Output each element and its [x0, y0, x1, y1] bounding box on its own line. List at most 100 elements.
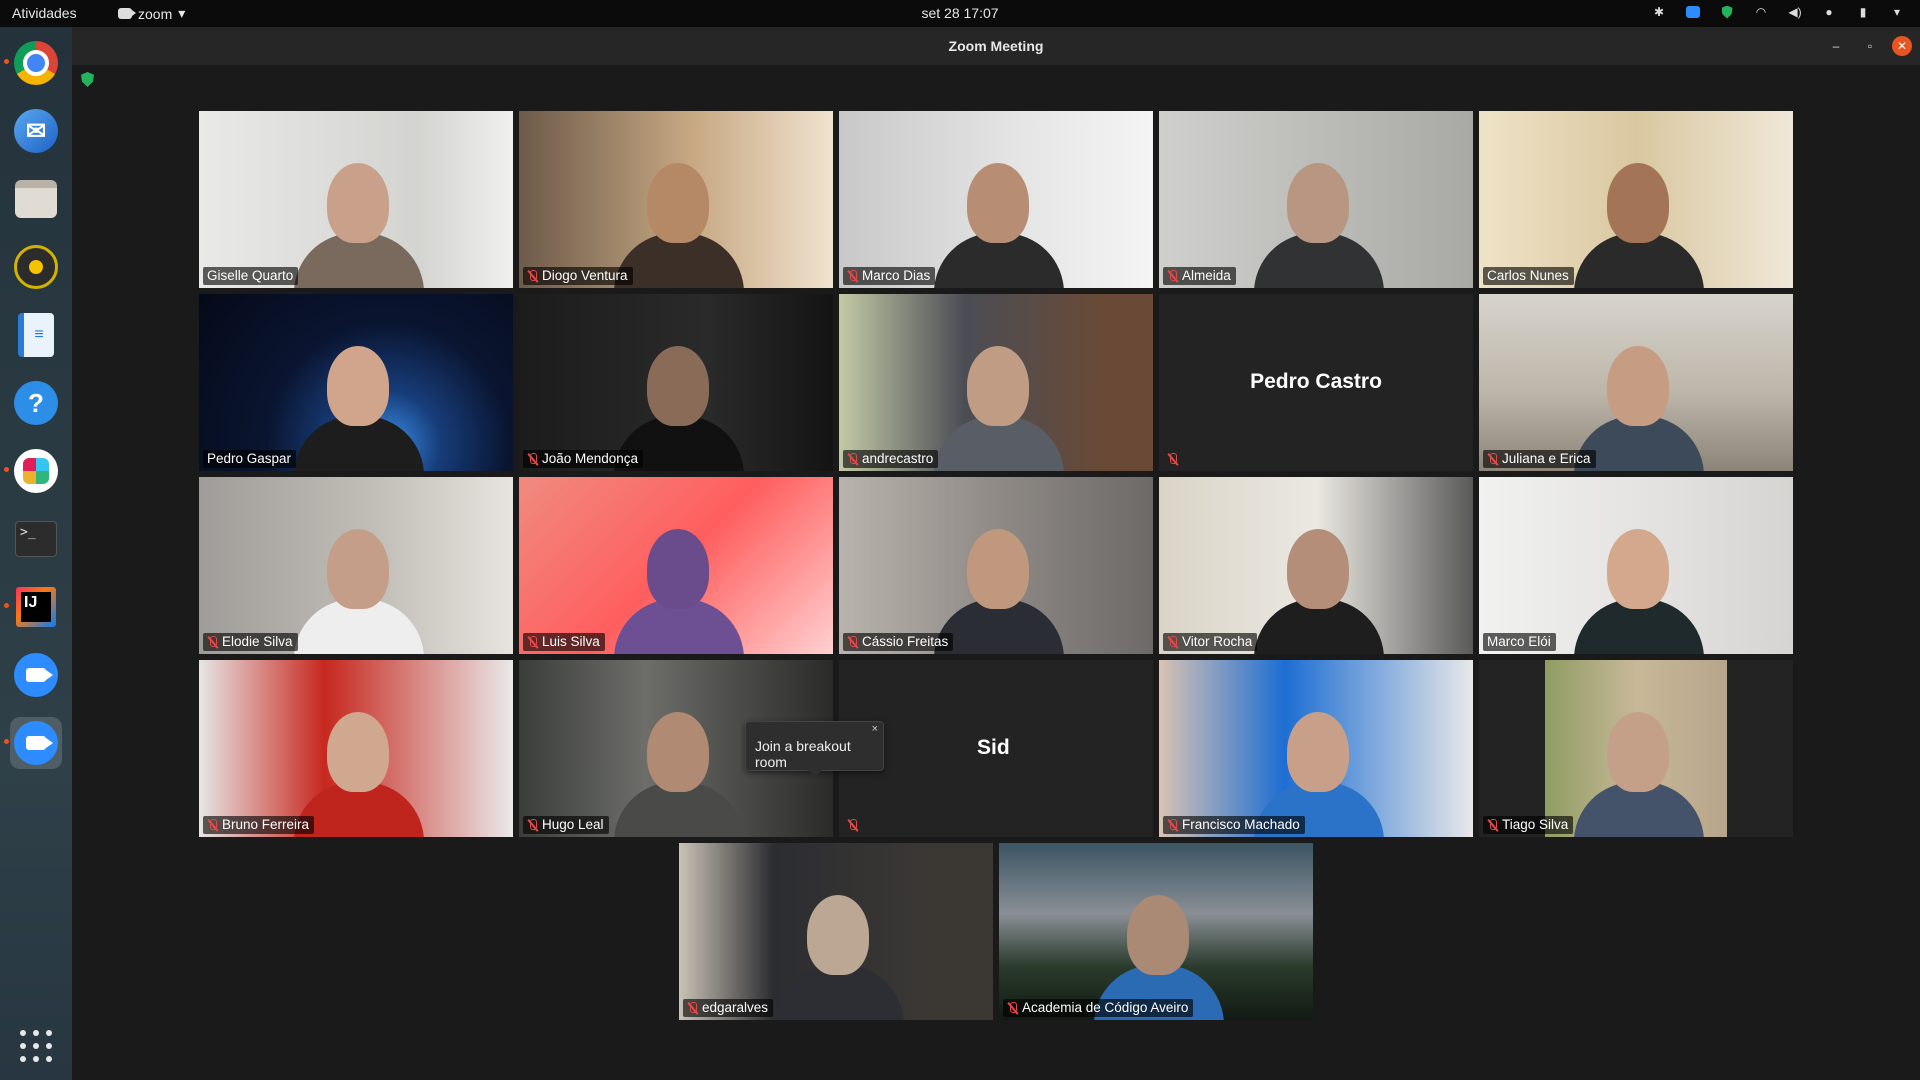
participant-tile[interactable]: Almeida — [1159, 111, 1473, 288]
participant-nametag: Luis Silva — [523, 633, 605, 651]
dock-item-slack[interactable] — [4, 445, 62, 497]
participant-nametag: edgaralves — [683, 999, 774, 1017]
participant-silhouette-head — [327, 529, 389, 609]
minimize-button[interactable]: – — [1826, 36, 1846, 56]
volume-icon[interactable]: ◀) — [1786, 3, 1804, 21]
dock-item-help[interactable]: ? — [10, 377, 62, 429]
participant-tile[interactable]: Juliana e Erica — [1479, 294, 1793, 471]
shield-tray-icon[interactable] — [1718, 3, 1736, 21]
writer-icon: ≡ — [18, 313, 54, 357]
participant-nametag: Francisco Machado — [1163, 816, 1305, 834]
mic-muted-icon — [1167, 818, 1178, 832]
participant-tile[interactable]: Carlos Nunes — [1479, 111, 1793, 288]
participant-tile[interactable]: Marco Elói — [1479, 477, 1793, 654]
participant-tile[interactable]: Academia de Código Aveiro — [999, 843, 1313, 1020]
participant-silhouette-head — [327, 346, 389, 426]
mic-muted-icon — [1167, 452, 1178, 466]
participant-name: Carlos Nunes — [1487, 268, 1569, 283]
wifi-icon[interactable]: ◠ — [1752, 3, 1770, 21]
participant-silhouette-head — [1287, 163, 1349, 243]
dock-item-terminal[interactable]: >_ — [10, 513, 62, 565]
participant-tile[interactable]: Pedro Gaspar — [199, 294, 513, 471]
participant-silhouette-head — [807, 895, 869, 975]
participant-tile[interactable]: edgaralves — [679, 843, 993, 1020]
participant-nametag: Hugo Leal — [523, 816, 609, 834]
participant-name: Marco Dias — [862, 268, 931, 283]
participant-tile[interactable]: Marco Dias — [839, 111, 1153, 288]
slack-icon — [14, 449, 58, 493]
mic-muted-icon — [1487, 818, 1498, 832]
clock[interactable]: set 28 17:07 — [921, 5, 998, 21]
participant-tile[interactable]: Vitor Rocha — [1159, 477, 1473, 654]
tooltip-close-icon[interactable]: × — [872, 723, 878, 735]
mic-muted-icon — [207, 818, 218, 832]
dock-item-writer[interactable]: ≡ — [10, 309, 62, 361]
participant-silhouette-head — [327, 712, 389, 792]
participant-silhouette-head — [1127, 895, 1189, 975]
participant-tile[interactable]: Giselle Quarto — [199, 111, 513, 288]
dock-item-zoom-meeting[interactable] — [4, 717, 62, 769]
participant-nametag: Marco Dias — [843, 267, 936, 285]
participant-nametag: Bruno Ferreira — [203, 816, 315, 834]
intellij-icon — [16, 587, 56, 627]
power-menu-icon[interactable]: ▾ — [1888, 3, 1906, 21]
participant-silhouette-head — [1607, 529, 1669, 609]
participant-tile[interactable]: Luis Silva — [519, 477, 833, 654]
slack-tray-icon[interactable]: ✱ — [1650, 3, 1668, 21]
activities-button[interactable]: Atividades — [12, 5, 77, 21]
participant-name: Vitor Rocha — [1182, 634, 1253, 649]
close-button[interactable]: ✕ — [1892, 36, 1912, 56]
mic-muted-icon — [847, 269, 858, 283]
participant-nametag — [843, 816, 863, 834]
participant-silhouette-head — [1607, 712, 1669, 792]
participant-tile[interactable]: Diogo Ventura — [519, 111, 833, 288]
participant-nametag: Elodie Silva — [203, 633, 298, 651]
participant-tile[interactable]: Pedro Castro — [1159, 294, 1473, 471]
participant-nametag: Cássio Freitas — [843, 633, 954, 651]
breakout-room-tooltip[interactable]: Join a breakout room × — [745, 721, 884, 777]
mic-muted-icon — [1167, 635, 1178, 649]
participant-name: Diogo Ventura — [542, 268, 628, 283]
dock-item-rhythmbox[interactable] — [10, 241, 62, 293]
battery-icon[interactable]: ▮ — [1854, 3, 1872, 21]
participant-name: Elodie Silva — [222, 634, 293, 649]
thunderbird-icon: ✉ — [14, 109, 58, 153]
dock-item-files[interactable] — [10, 173, 62, 225]
zoom-app-icon — [118, 8, 136, 19]
dock-item-zoom[interactable] — [10, 649, 62, 701]
participant-tile[interactable]: Tiago Silva — [1479, 660, 1793, 837]
window-titlebar[interactable]: Zoom Meeting – ▫ ✕ — [72, 27, 1920, 65]
participant-silhouette-head — [327, 163, 389, 243]
mic-muted-icon — [1007, 1001, 1018, 1015]
encryption-shield-icon[interactable] — [81, 72, 94, 87]
participant-nametag: Marco Elói — [1483, 633, 1556, 651]
participant-nametag: Academia de Código Aveiro — [1003, 999, 1194, 1017]
participant-name: Cássio Freitas — [862, 634, 949, 649]
dock-item-thunderbird[interactable]: ✉ — [10, 105, 62, 157]
participant-tile[interactable]: Sid — [839, 660, 1153, 837]
participant-tile[interactable]: Bruno Ferreira — [199, 660, 513, 837]
show-applications-icon[interactable] — [20, 1030, 52, 1062]
participant-name: Hugo Leal — [542, 817, 604, 832]
participant-name: Bruno Ferreira — [222, 817, 310, 832]
microphone-icon[interactable]: ● — [1820, 3, 1838, 21]
participant-tile[interactable]: andrecastro — [839, 294, 1153, 471]
chrome-icon — [14, 41, 58, 85]
app-menu[interactable]: zoom ▾ — [118, 5, 185, 22]
mic-muted-icon — [1487, 452, 1498, 466]
mic-muted-icon — [207, 635, 218, 649]
participant-tile[interactable]: João Mendonça — [519, 294, 833, 471]
participant-silhouette-head — [967, 163, 1029, 243]
participant-silhouette-head — [967, 346, 1029, 426]
mic-muted-icon — [527, 269, 538, 283]
files-icon — [15, 180, 57, 218]
participant-silhouette-head — [1607, 346, 1669, 426]
maximize-button[interactable]: ▫ — [1860, 36, 1880, 56]
participant-tile[interactable]: Cássio Freitas — [839, 477, 1153, 654]
participant-nametag — [1163, 450, 1183, 468]
dock-item-intellij[interactable] — [4, 581, 62, 633]
participant-tile[interactable]: Elodie Silva — [199, 477, 513, 654]
dock-item-chrome[interactable] — [4, 37, 62, 89]
zoom-tray-icon[interactable] — [1684, 3, 1702, 21]
participant-tile[interactable]: Francisco Machado — [1159, 660, 1473, 837]
